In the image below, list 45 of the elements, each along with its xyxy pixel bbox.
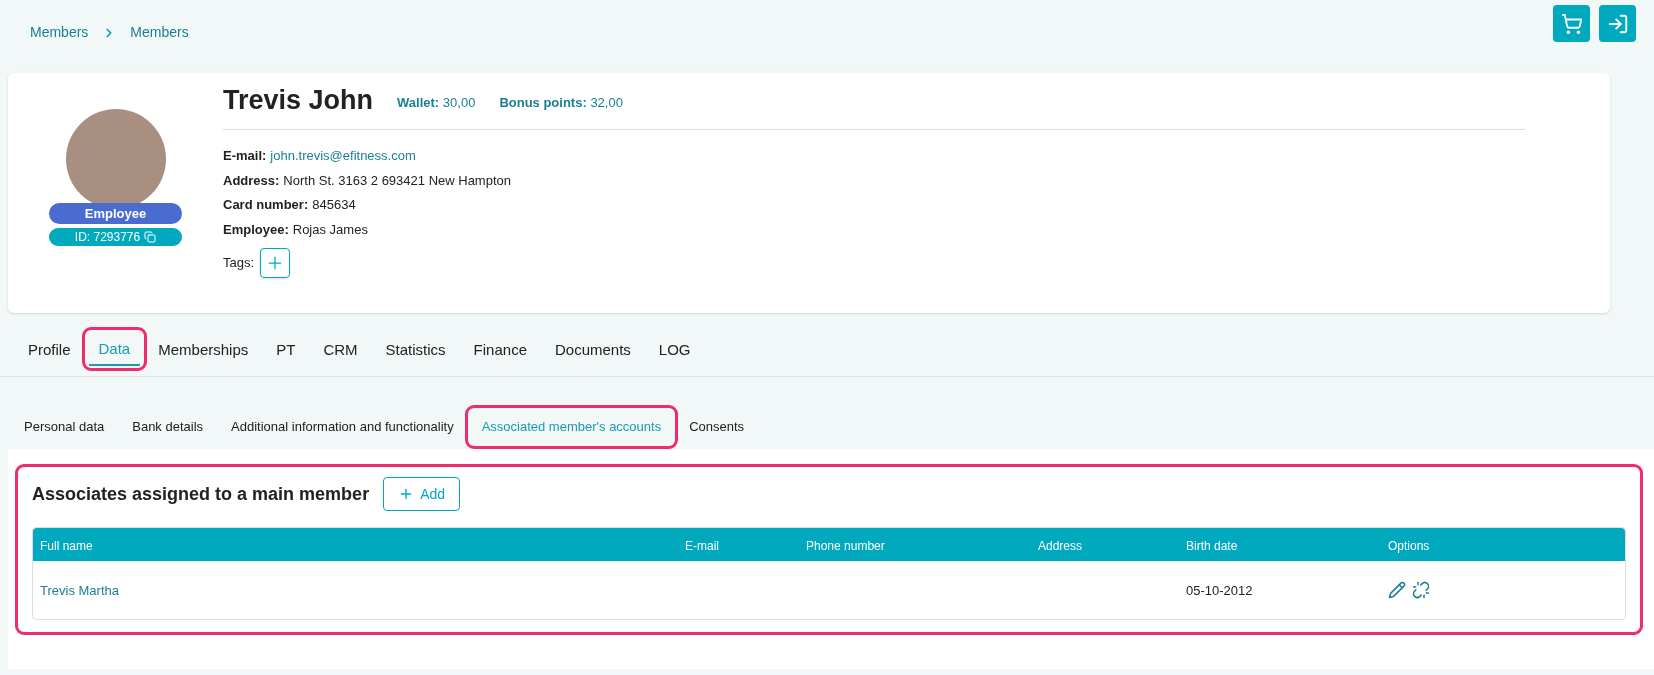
unlink-icon[interactable] xyxy=(1412,581,1430,599)
column-header: Full name xyxy=(40,538,93,553)
column-header: Options xyxy=(1388,538,1430,553)
tab[interactable]: CRM xyxy=(313,334,368,366)
tab[interactable]: LOG xyxy=(648,334,701,366)
wallet-text: Wallet: 30,00 xyxy=(397,93,476,112)
tab[interactable]: Finance xyxy=(463,334,537,366)
column-header: E-mail xyxy=(685,538,719,553)
section-title: Associates assigned to a main member xyxy=(32,482,370,506)
sub-tab[interactable]: Personal data xyxy=(14,411,115,442)
field-label: Card number: xyxy=(223,196,309,214)
tab[interactable]: Statistics xyxy=(375,334,456,366)
tab[interactable]: Memberships xyxy=(148,334,259,366)
field-value: Rojas James xyxy=(292,220,368,239)
bonus-points-text: Bonus points: 32,00 xyxy=(499,93,623,112)
field-label: E-mail: xyxy=(223,147,267,165)
field-label: Employee: xyxy=(223,220,289,239)
cart-icon xyxy=(1560,12,1583,35)
login-button[interactable] xyxy=(1599,5,1636,42)
role-badge: Employee xyxy=(49,203,182,224)
member-link[interactable]: Trevis Martha xyxy=(40,583,119,598)
login-icon xyxy=(1606,12,1629,35)
tab[interactable]: PT xyxy=(266,334,306,366)
tab[interactable]: Documents xyxy=(545,334,641,366)
field-value: 845634 xyxy=(312,196,356,214)
tab[interactable]: Profile xyxy=(18,334,81,366)
edit-icon[interactable] xyxy=(1388,581,1406,599)
field-label: Address: xyxy=(223,171,280,190)
table-cell: 05-10-2012 xyxy=(1186,583,1253,598)
field-value: North St. 3163 2 693421 New Hampton xyxy=(283,171,511,190)
sub-tab[interactable]: Consents xyxy=(679,411,755,442)
member-name: Trevis John xyxy=(223,84,374,117)
sub-tab[interactable]: Additional information and functionality xyxy=(221,411,464,442)
column-header: Address xyxy=(1038,538,1083,553)
cart-button[interactable] xyxy=(1553,5,1590,42)
id-badge: ID: 7293776 xyxy=(49,228,182,246)
copy-icon[interactable] xyxy=(144,231,157,243)
column-header: Phone number xyxy=(806,538,885,553)
column-header: Birth date xyxy=(1186,538,1238,553)
email-link[interactable]: john.trevis@efitness.com xyxy=(270,146,416,166)
breadcrumb-link[interactable]: Members xyxy=(130,22,189,43)
sub-tab[interactable]: Bank details xyxy=(122,411,214,442)
tags-label: Tags: xyxy=(223,254,255,273)
add-tag-button[interactable] xyxy=(260,248,291,278)
breadcrumb-link[interactable]: Members xyxy=(30,22,89,43)
